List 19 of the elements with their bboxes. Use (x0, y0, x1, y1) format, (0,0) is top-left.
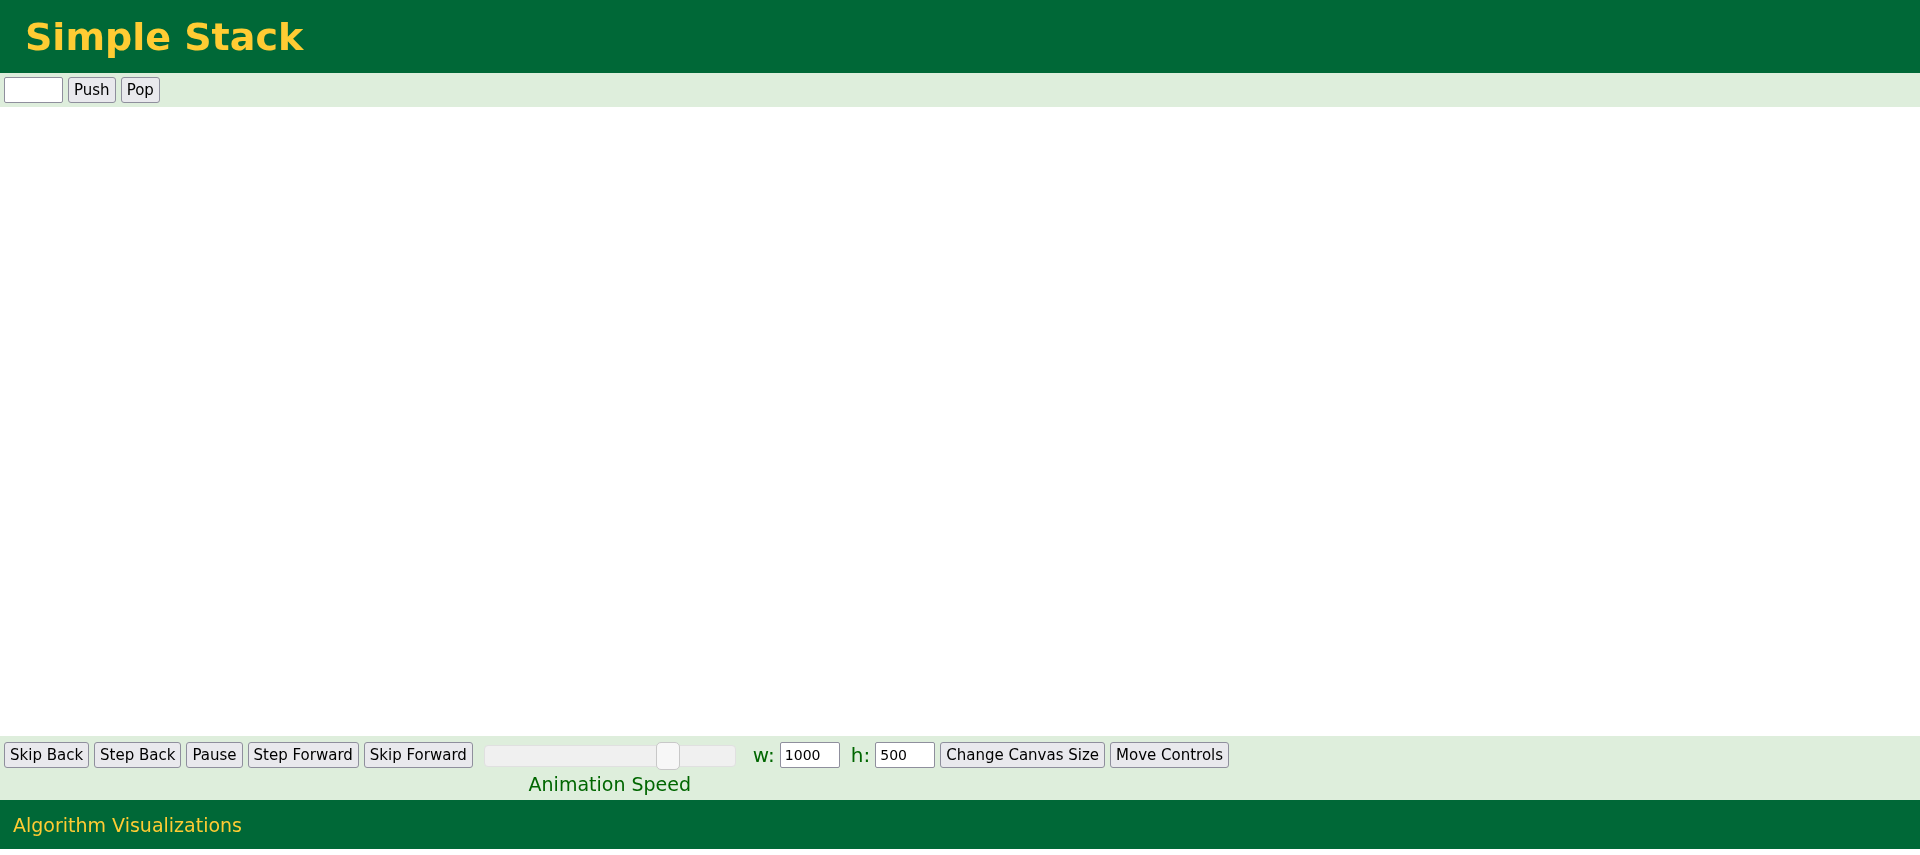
slider-label: Animation Speed (528, 773, 692, 795)
canvas-button[interactable]: Move Controls (1110, 742, 1230, 768)
value-input[interactable] (4, 77, 63, 103)
action-button[interactable]: Pop (120, 77, 160, 103)
animation-button[interactable]: Step Forward (247, 742, 359, 768)
width-input[interactable]: 1000 (779, 742, 840, 768)
footer-text: Algorithm Visualizations (13, 813, 242, 836)
width-label: w: (752, 742, 775, 768)
slider-thumb[interactable] (655, 742, 680, 770)
height-label: h: (850, 742, 871, 768)
speed-slider[interactable] (483, 745, 736, 767)
page-title: Simple Stack (25, 14, 304, 59)
canvas-button[interactable]: Change Canvas Size (940, 742, 1106, 768)
animation-button[interactable]: Step Back (94, 742, 182, 768)
animation-button[interactable]: Skip Forward (363, 742, 473, 768)
action-button[interactable]: Push (68, 77, 116, 103)
height-input[interactable]: 500 (875, 742, 936, 768)
animation-button[interactable]: Pause (186, 742, 243, 768)
animation-button[interactable]: Skip Back (4, 742, 90, 768)
